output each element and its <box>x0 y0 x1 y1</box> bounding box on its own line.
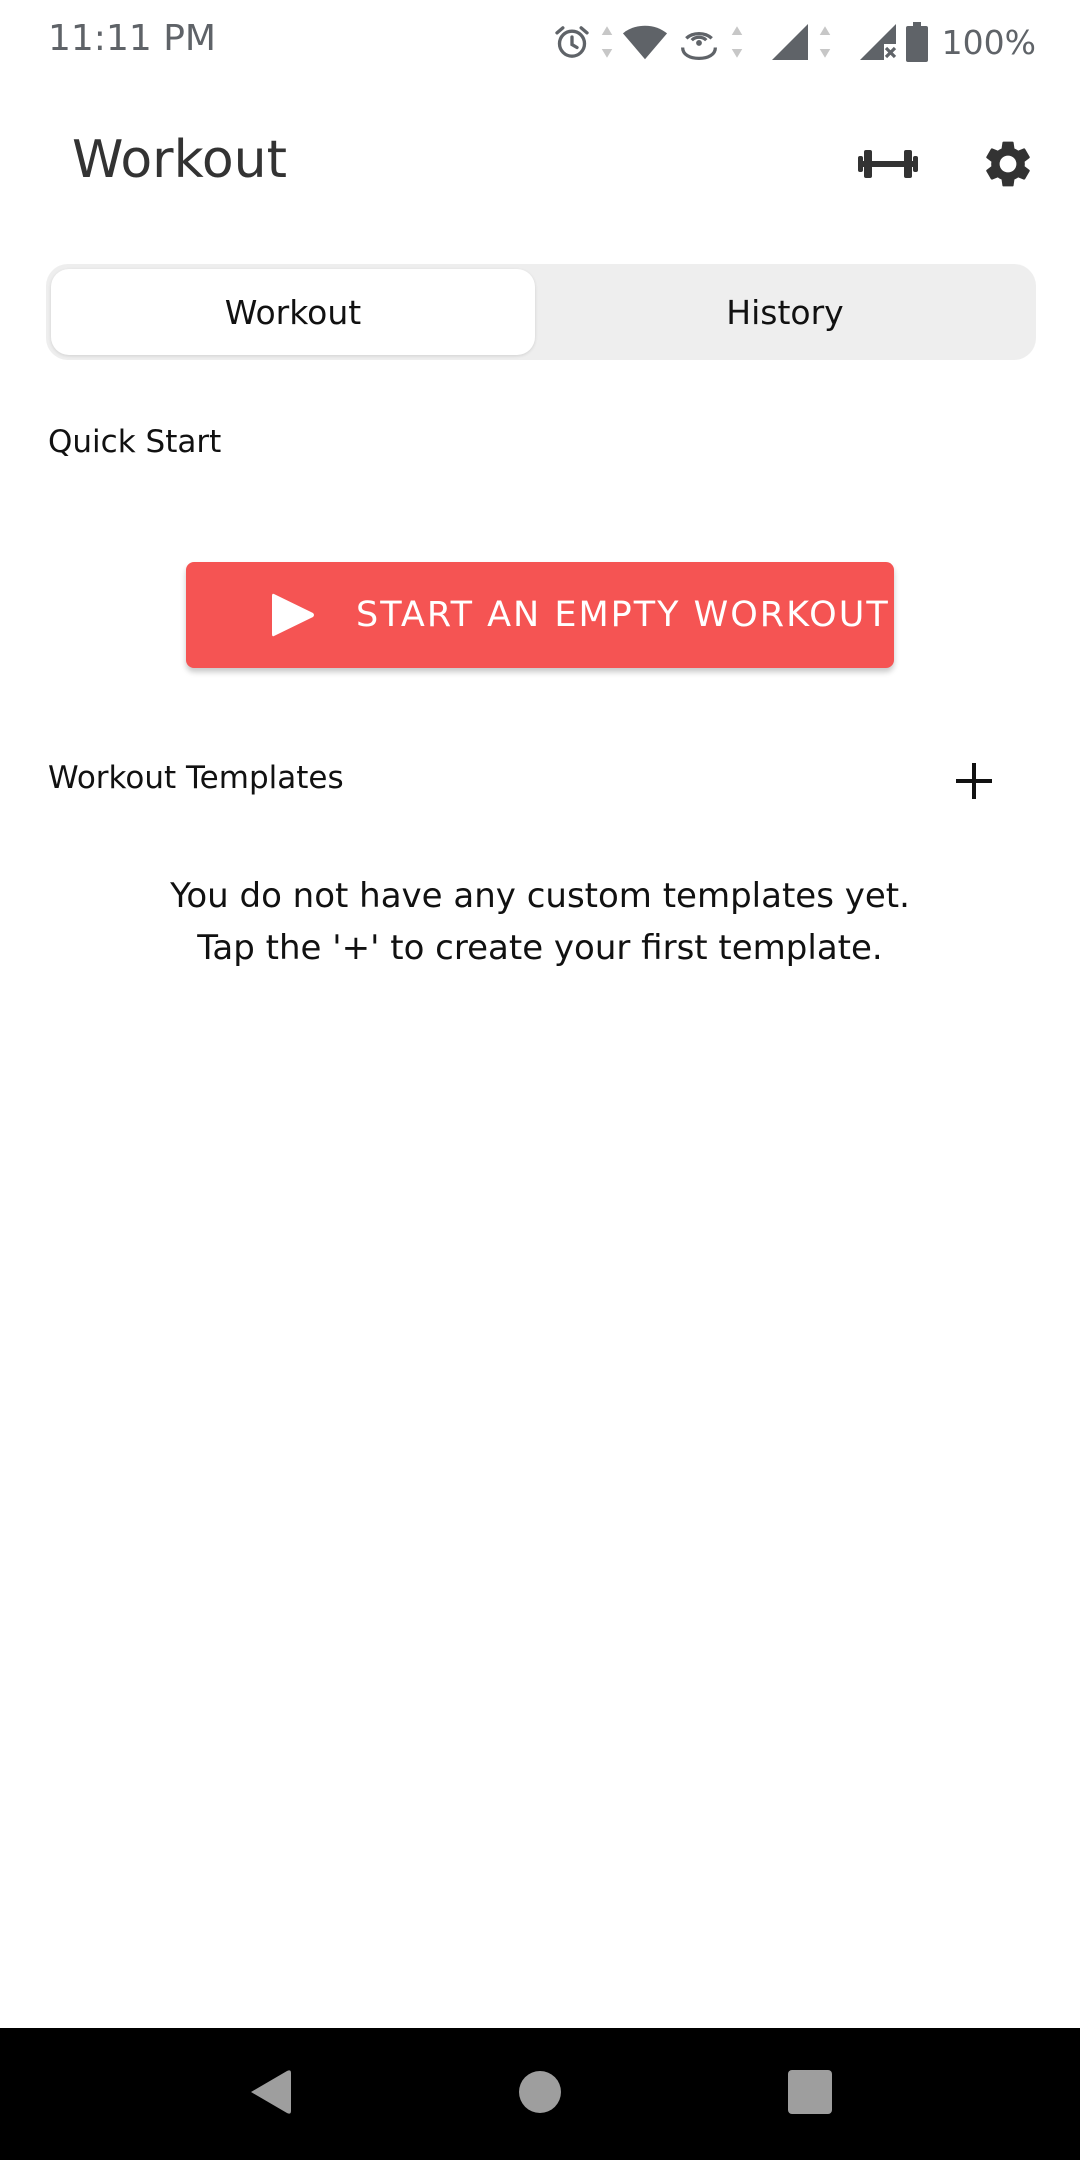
settings-button[interactable] <box>970 128 1046 204</box>
plus-icon <box>954 761 994 805</box>
add-template-button[interactable] <box>946 755 1002 811</box>
status-icons: 100% <box>552 18 1036 66</box>
battery-icon <box>905 22 928 62</box>
wifi-icon <box>622 22 668 62</box>
back-icon <box>247 2066 293 2122</box>
empty-templates-message: You do not have any custom templates yet… <box>170 876 910 916</box>
data-arrows-icon <box>730 24 744 60</box>
app-bar: Workout <box>0 100 1080 230</box>
recents-button[interactable] <box>780 2064 840 2124</box>
recents-icon <box>787 2069 833 2119</box>
alarm-icon <box>552 22 592 62</box>
navigation-bar <box>0 2028 1080 2160</box>
status-time: 11:11 PM <box>48 18 216 59</box>
settings-icon <box>980 136 1036 196</box>
start-button-label: START AN EMPTY WORKOUT <box>356 595 890 635</box>
tab-bar: Workout History <box>46 264 1036 360</box>
dumbbell-icon <box>858 144 918 188</box>
play-icon <box>186 591 316 639</box>
signal-icon <box>770 22 810 62</box>
tab-workout[interactable]: Workout <box>51 269 535 355</box>
back-button[interactable] <box>240 2064 300 2124</box>
home-icon <box>518 2070 562 2118</box>
empty-templates-hint: Tap the '+' to create your first templat… <box>197 928 883 968</box>
quick-start-heading: Quick Start <box>48 424 222 460</box>
workout-templates-heading: Workout Templates <box>48 760 344 796</box>
workout-screen: 11:11 PM 100% Workout Workout History Qu… <box>0 0 1080 2160</box>
exercises-button[interactable] <box>850 128 926 204</box>
home-button[interactable] <box>510 2064 570 2124</box>
status-bar: 11:11 PM 100% <box>0 0 1080 84</box>
battery-percent: 100% <box>941 22 1036 62</box>
hotspot-icon <box>676 22 722 62</box>
tab-history[interactable]: History <box>540 269 1030 355</box>
page-title: Workout <box>72 130 287 190</box>
data-arrows-icon <box>818 24 832 60</box>
data-arrows-icon <box>600 24 614 60</box>
signal-no-sim-icon <box>858 22 898 62</box>
start-empty-workout-button[interactable]: START AN EMPTY WORKOUT <box>186 562 894 668</box>
